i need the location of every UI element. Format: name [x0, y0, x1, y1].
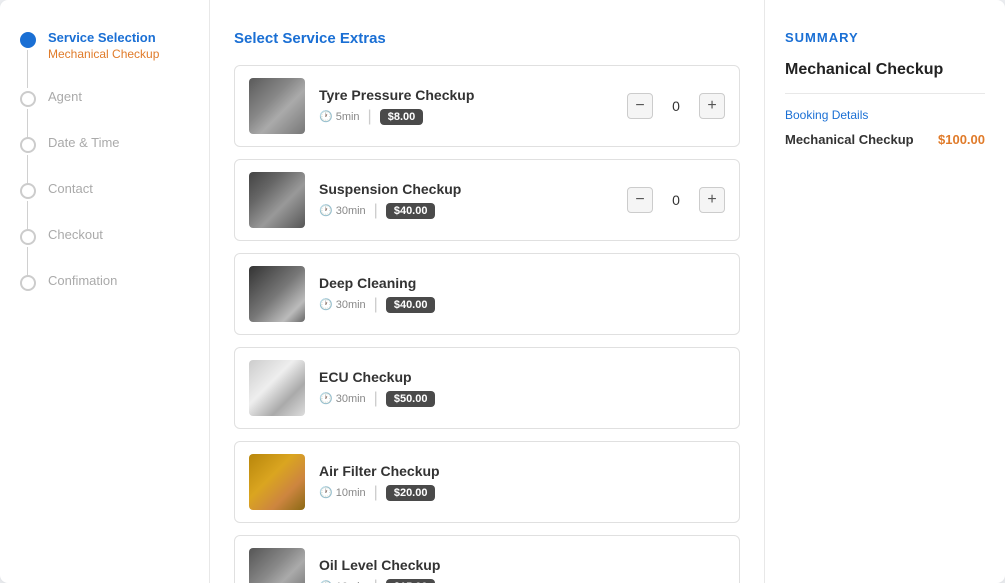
- step-title-date-time: Date & Time: [48, 135, 120, 150]
- booking-details-label: Booking Details: [785, 108, 985, 122]
- service-meta-deep-cleaning: 🕐 30min | $40.00: [319, 296, 725, 314]
- meta-separator: |: [374, 578, 378, 583]
- clock-icon: 🕐: [319, 392, 333, 405]
- sidebar: Service Selection Mechanical Checkup Agent…: [0, 0, 210, 583]
- step-title-contact: Contact: [48, 181, 93, 196]
- sidebar-step-contact[interactable]: Contact: [20, 181, 189, 199]
- booking-service-name: Mechanical Checkup: [785, 132, 914, 147]
- service-info-oil-level: Oil Level Checkup🕐 10min|$15.00: [319, 557, 725, 583]
- step-dot-service-selection: [20, 32, 36, 48]
- meta-separator: |: [374, 202, 378, 220]
- step-content-checkout: Checkout: [48, 227, 103, 242]
- service-controls-tyre-pressure: −0 +: [627, 93, 725, 119]
- summary-panel: SUMMARY Mechanical Checkup Booking Detai…: [765, 0, 1005, 583]
- service-meta-oil-level: 🕐 10min|$15.00: [319, 578, 725, 583]
- service-card-ecu-checkup: ECU Checkup 🕐 30min | $50.00: [234, 347, 740, 429]
- service-price-deep-cleaning: $40.00: [386, 297, 436, 313]
- service-card-suspension: Suspension Checkup 🕐 30min | $40.00 −0 +: [234, 159, 740, 241]
- summary-divider: [785, 93, 985, 94]
- service-meta-ecu-checkup: 🕐 30min | $50.00: [319, 390, 725, 408]
- service-price-air-filter: $20.00: [386, 485, 436, 501]
- service-info-deep-cleaning: Deep Cleaning 🕐 30min | $40.00: [319, 275, 725, 314]
- meta-separator: |: [374, 296, 378, 314]
- service-price-ecu-checkup: $50.00: [386, 391, 436, 407]
- step-dot-agent: [20, 91, 36, 107]
- qty-plus-tyre-pressure[interactable]: +: [699, 93, 725, 119]
- section-title: Select Service Extras: [234, 30, 740, 47]
- service-duration-air-filter: 🕐 10min: [319, 486, 366, 499]
- step-dot-confirmation: [20, 275, 36, 291]
- meta-separator: |: [368, 108, 372, 126]
- sidebar-step-confirmation[interactable]: Confimation: [20, 273, 189, 291]
- step-dot-checkout: [20, 229, 36, 245]
- sidebar-step-agent[interactable]: Agent: [20, 89, 189, 107]
- service-info-air-filter: Air Filter Checkup 🕐 10min | $20.00: [319, 463, 725, 502]
- service-info-tyre-pressure: Tyre Pressure Checkup 🕐 5min | $8.00: [319, 87, 627, 126]
- booking-row: Mechanical Checkup $100.00: [785, 132, 985, 147]
- service-info-suspension: Suspension Checkup 🕐 30min | $40.00: [319, 181, 627, 220]
- service-duration-deep-cleaning: 🕐 30min: [319, 298, 366, 311]
- main-content: Select Service Extras Tyre Pressure Chec…: [210, 0, 765, 583]
- step-content-agent: Agent: [48, 89, 82, 104]
- service-image-tyre-pressure: [249, 78, 305, 134]
- service-card-air-filter: Air Filter Checkup 🕐 10min | $20.00: [234, 441, 740, 523]
- service-card-deep-cleaning: Deep Cleaning 🕐 30min | $40.00: [234, 253, 740, 335]
- service-name-tyre-pressure: Tyre Pressure Checkup: [319, 87, 627, 103]
- qty-value-suspension: 0: [661, 192, 691, 208]
- service-image-air-filter: [249, 454, 305, 510]
- service-name-air-filter: Air Filter Checkup: [319, 463, 725, 479]
- qty-plus-suspension[interactable]: +: [699, 187, 725, 213]
- summary-service-name: Mechanical Checkup: [785, 61, 985, 79]
- summary-title: SUMMARY: [785, 30, 985, 45]
- service-card-tyre-pressure: Tyre Pressure Checkup 🕐 5min | $8.00 −0 +: [234, 65, 740, 147]
- step-title-agent: Agent: [48, 89, 82, 104]
- step-title-checkout: Checkout: [48, 227, 103, 242]
- service-info-ecu-checkup: ECU Checkup 🕐 30min | $50.00: [319, 369, 725, 408]
- service-meta-tyre-pressure: 🕐 5min | $8.00: [319, 108, 627, 126]
- service-name-oil-level: Oil Level Checkup: [319, 557, 725, 573]
- service-image-deep-cleaning: [249, 266, 305, 322]
- sidebar-step-date-time[interactable]: Date & Time: [20, 135, 189, 153]
- service-image-oil-level: [249, 548, 305, 583]
- clock-icon: 🕐: [319, 204, 333, 217]
- step-dot-date-time: [20, 137, 36, 153]
- service-controls-suspension: −0 +: [627, 187, 725, 213]
- services-list: Tyre Pressure Checkup🕐 5min|$8.00−0+Susp…: [234, 65, 740, 583]
- step-title-service-selection: Service Selection: [48, 30, 159, 45]
- service-name-deep-cleaning: Deep Cleaning: [319, 275, 725, 291]
- service-meta-suspension: 🕐 30min | $40.00: [319, 202, 627, 220]
- service-image-ecu-checkup: [249, 360, 305, 416]
- step-subtitle-service-selection: Mechanical Checkup: [48, 47, 159, 61]
- meta-separator: |: [374, 484, 378, 502]
- clock-icon: 🕐: [319, 110, 333, 123]
- service-duration-tyre-pressure: 🕐 5min: [319, 110, 360, 123]
- qty-value-tyre-pressure: 0: [661, 98, 691, 114]
- step-title-confirmation: Confimation: [48, 273, 117, 288]
- app-container: Service Selection Mechanical Checkup Agent…: [0, 0, 1005, 583]
- service-image-suspension: [249, 172, 305, 228]
- service-price-tyre-pressure: $8.00: [380, 109, 424, 125]
- service-name-suspension: Suspension Checkup: [319, 181, 627, 197]
- service-price-oil-level: $15.00: [386, 579, 436, 583]
- service-card-oil-level: Oil Level Checkup🕐 10min|$15.00: [234, 535, 740, 583]
- service-meta-air-filter: 🕐 10min | $20.00: [319, 484, 725, 502]
- step-content-confirmation: Confimation: [48, 273, 117, 288]
- step-content-service-selection: Service Selection Mechanical Checkup: [48, 30, 159, 61]
- step-content-contact: Contact: [48, 181, 93, 196]
- sidebar-step-service-selection[interactable]: Service Selection Mechanical Checkup: [20, 30, 189, 61]
- qty-minus-tyre-pressure[interactable]: −: [627, 93, 653, 119]
- meta-separator: |: [374, 390, 378, 408]
- step-content-date-time: Date & Time: [48, 135, 120, 150]
- booking-price: $100.00: [938, 132, 985, 147]
- service-duration-ecu-checkup: 🕐 30min: [319, 392, 366, 405]
- clock-icon: 🕐: [319, 298, 333, 311]
- service-name-ecu-checkup: ECU Checkup: [319, 369, 725, 385]
- clock-icon: 🕐: [319, 486, 333, 499]
- sidebar-step-checkout[interactable]: Checkout: [20, 227, 189, 245]
- service-price-suspension: $40.00: [386, 203, 436, 219]
- step-dot-contact: [20, 183, 36, 199]
- qty-minus-suspension[interactable]: −: [627, 187, 653, 213]
- service-duration-suspension: 🕐 30min: [319, 204, 366, 217]
